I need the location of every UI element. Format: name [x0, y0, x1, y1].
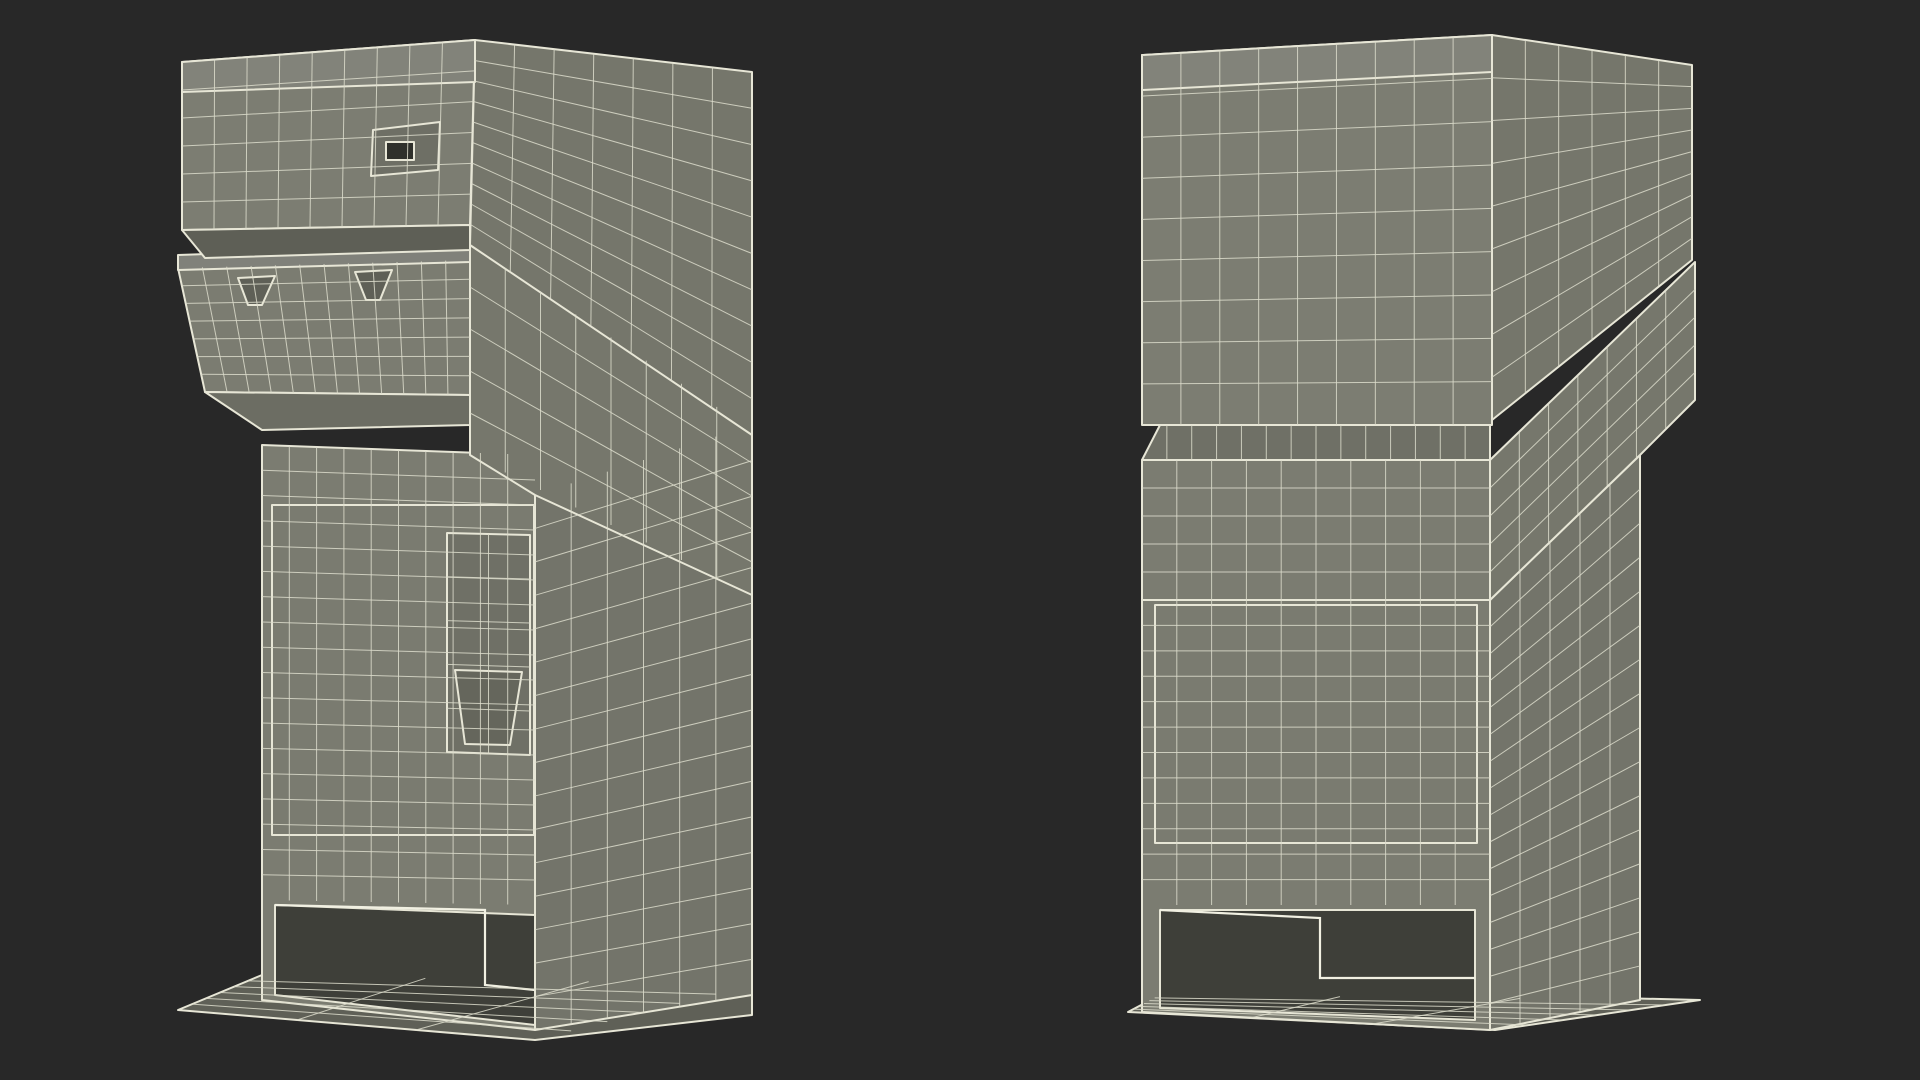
kiosk-wireframe-front-view — [177, 39, 753, 1041]
tray-bottom — [204, 391, 471, 431]
kiosk-wireframe-back-view — [1127, 34, 1701, 1031]
wireframe-scene — [177, 34, 1701, 1041]
sensor-lens — [385, 141, 415, 161]
render-viewport — [0, 0, 1920, 1080]
